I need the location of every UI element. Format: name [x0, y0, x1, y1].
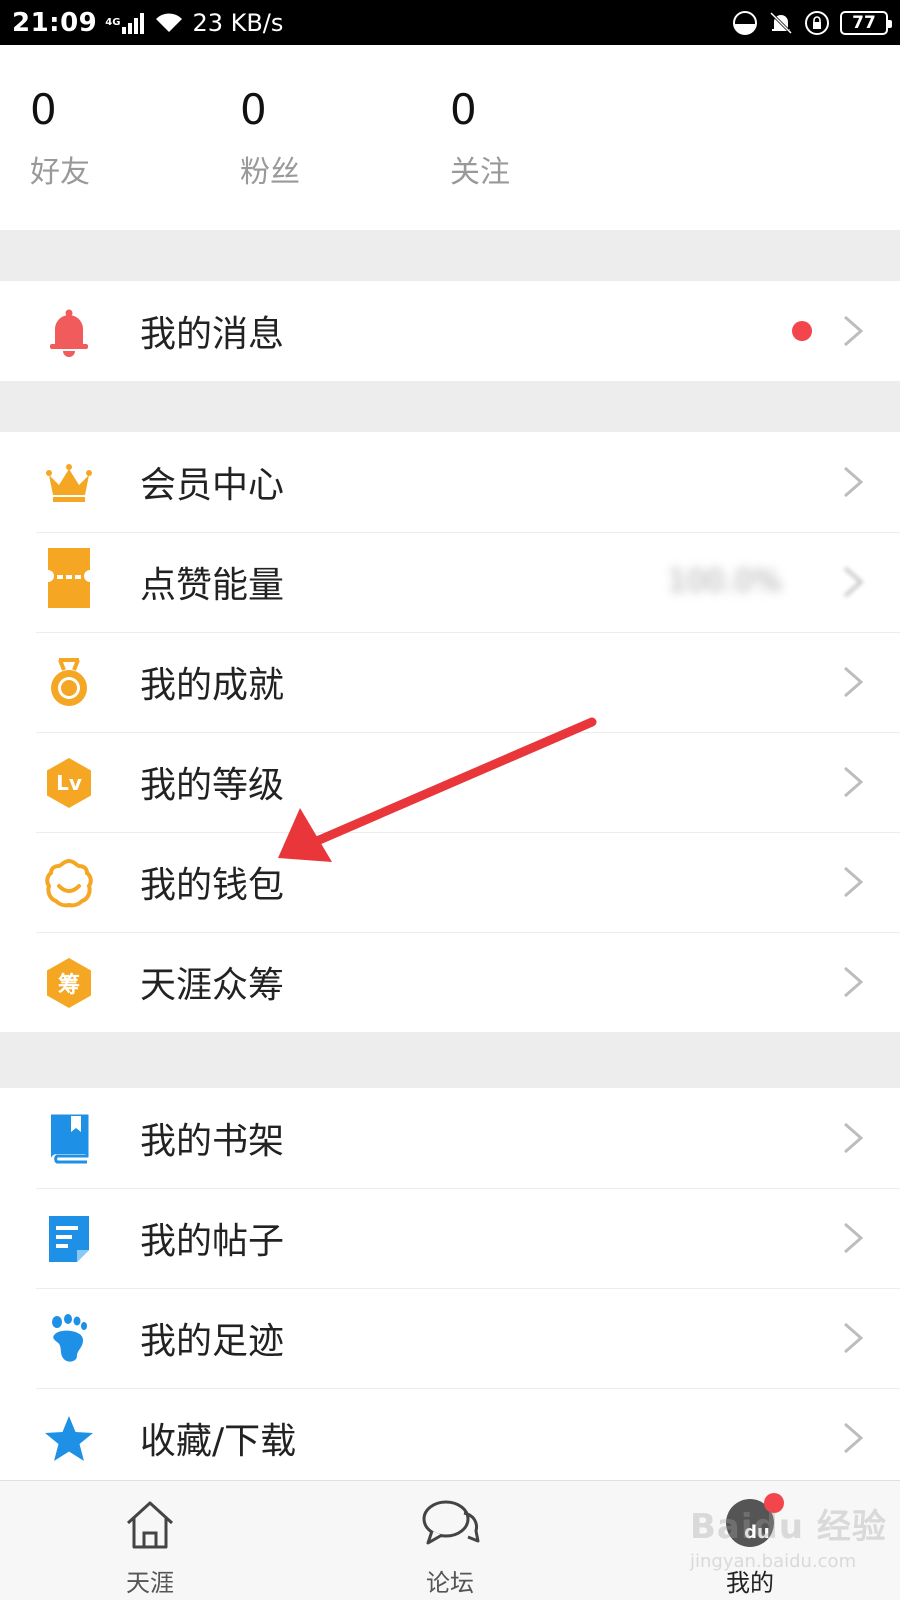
- energy-value: 100.0%: [667, 564, 782, 599]
- stat-label: 好友: [30, 155, 90, 190]
- stats-header: 0 好友 0 粉丝 0 关注: [0, 45, 900, 230]
- nav-tab-forum[interactable]: 论坛: [370, 1481, 530, 1600]
- menu-group-messages: 我的消息: [0, 281, 900, 381]
- menu-group-content: 我的书架 我的帖子 我的足迹 收藏/下载: [0, 1088, 900, 1488]
- level-icon: Lv: [42, 758, 96, 808]
- menu-item-achievements[interactable]: 我的成就: [0, 632, 900, 732]
- nav-tab-home[interactable]: 天涯: [70, 1481, 230, 1600]
- menu-item-label: 我的帖子: [140, 1221, 285, 1262]
- star-icon: [42, 1414, 96, 1464]
- chat-icon: [422, 1500, 480, 1545]
- status-time: 21:09: [12, 7, 98, 38]
- level-icon-text: Lv: [56, 771, 82, 795]
- chevron-right-icon: [844, 866, 864, 898]
- bottom-nav: 天涯 论坛 du 我的 Baidu 经验 jingyan.baidu.com: [0, 1480, 900, 1600]
- watermark-url: jingyan.baidu.com: [690, 1551, 857, 1572]
- menu-item-favorites[interactable]: 收藏/下载: [0, 1388, 900, 1488]
- menu-item-like-energy[interactable]: 点赞能量 100.0%: [0, 532, 900, 632]
- stat-label: 关注: [450, 155, 510, 190]
- signal-icon: [122, 12, 145, 34]
- ticket-icon: [42, 548, 96, 608]
- chevron-right-icon: [844, 766, 864, 798]
- chevron-right-icon: [844, 315, 864, 347]
- stat-following[interactable]: 0 关注: [450, 85, 510, 191]
- menu-item-label: 会员中心: [140, 465, 285, 506]
- chevron-right-icon: [844, 666, 864, 698]
- medal-icon: [42, 658, 96, 708]
- menu-item-crowdfunding[interactable]: 筹 天涯众筹: [0, 932, 900, 1032]
- unread-dot: [792, 321, 812, 341]
- network-speed: 23 KB/s: [192, 8, 284, 37]
- menu-item-label: 我的书架: [140, 1121, 285, 1162]
- nav-tab-label: 天涯: [126, 1569, 174, 1597]
- mute-bell-icon: [769, 11, 793, 34]
- footprint-icon: [42, 1314, 96, 1364]
- book-icon: [42, 1114, 96, 1164]
- crowdfunding-icon: 筹: [42, 958, 96, 1008]
- wallet-icon: [42, 858, 96, 908]
- menu-item-label: 我的足迹: [140, 1321, 285, 1362]
- chevron-right-icon: [844, 466, 864, 498]
- stat-fans[interactable]: 0 粉丝: [240, 85, 300, 191]
- network-type: 4G: [105, 16, 121, 28]
- post-icon: [42, 1214, 96, 1264]
- rotation-lock-icon: [805, 10, 829, 35]
- status-bar: 21:09 4G 23 KB/s 77: [0, 0, 900, 45]
- menu-group-account: 会员中心 点赞能量 100.0% 我的成就 Lv 我的等级 我的钱包 筹 天涯众…: [0, 432, 900, 1032]
- menu-item-level[interactable]: Lv 我的等级: [0, 732, 900, 832]
- chevron-right-icon: [844, 1322, 864, 1354]
- stat-value: 0: [450, 85, 477, 134]
- menu-item-label: 我的消息: [140, 314, 285, 355]
- menu-item-label: 我的钱包: [140, 865, 285, 906]
- chevron-right-icon: [844, 1422, 864, 1454]
- wifi-icon: [156, 12, 183, 32]
- menu-item-label: 我的成就: [140, 665, 285, 706]
- menu-item-messages[interactable]: 我的消息: [0, 281, 900, 381]
- watermark: Baidu 经验: [690, 1507, 887, 1547]
- battery-icon: 77: [840, 10, 892, 35]
- menu-item-posts[interactable]: 我的帖子: [0, 1188, 900, 1288]
- menu-item-footprints[interactable]: 我的足迹: [0, 1288, 900, 1388]
- bell-icon: [42, 307, 96, 357]
- menu-item-label: 我的等级: [140, 765, 285, 806]
- menu-item-label: 天涯众筹: [140, 965, 285, 1006]
- chevron-right-icon: [844, 966, 864, 998]
- data-saver-icon: [733, 10, 757, 35]
- menu-item-label: 收藏/下载: [140, 1421, 297, 1462]
- stat-friends[interactable]: 0 好友: [30, 85, 90, 191]
- stat-value: 0: [30, 85, 57, 134]
- chevron-right-icon: [844, 1122, 864, 1154]
- crowdfunding-icon-text: 筹: [57, 973, 80, 998]
- menu-item-bookshelf[interactable]: 我的书架: [0, 1088, 900, 1188]
- chevron-right-icon: [844, 566, 864, 598]
- home-icon: [126, 1501, 174, 1549]
- crown-icon: [42, 458, 96, 508]
- nav-tab-label: 论坛: [426, 1569, 474, 1597]
- chevron-right-icon: [844, 1222, 864, 1254]
- menu-item-wallet[interactable]: 我的钱包: [0, 832, 900, 932]
- menu-item-membership[interactable]: 会员中心: [0, 432, 900, 532]
- menu-item-label: 点赞能量: [140, 565, 285, 606]
- stat-value: 0: [240, 85, 267, 134]
- stat-label: 粉丝: [240, 155, 300, 190]
